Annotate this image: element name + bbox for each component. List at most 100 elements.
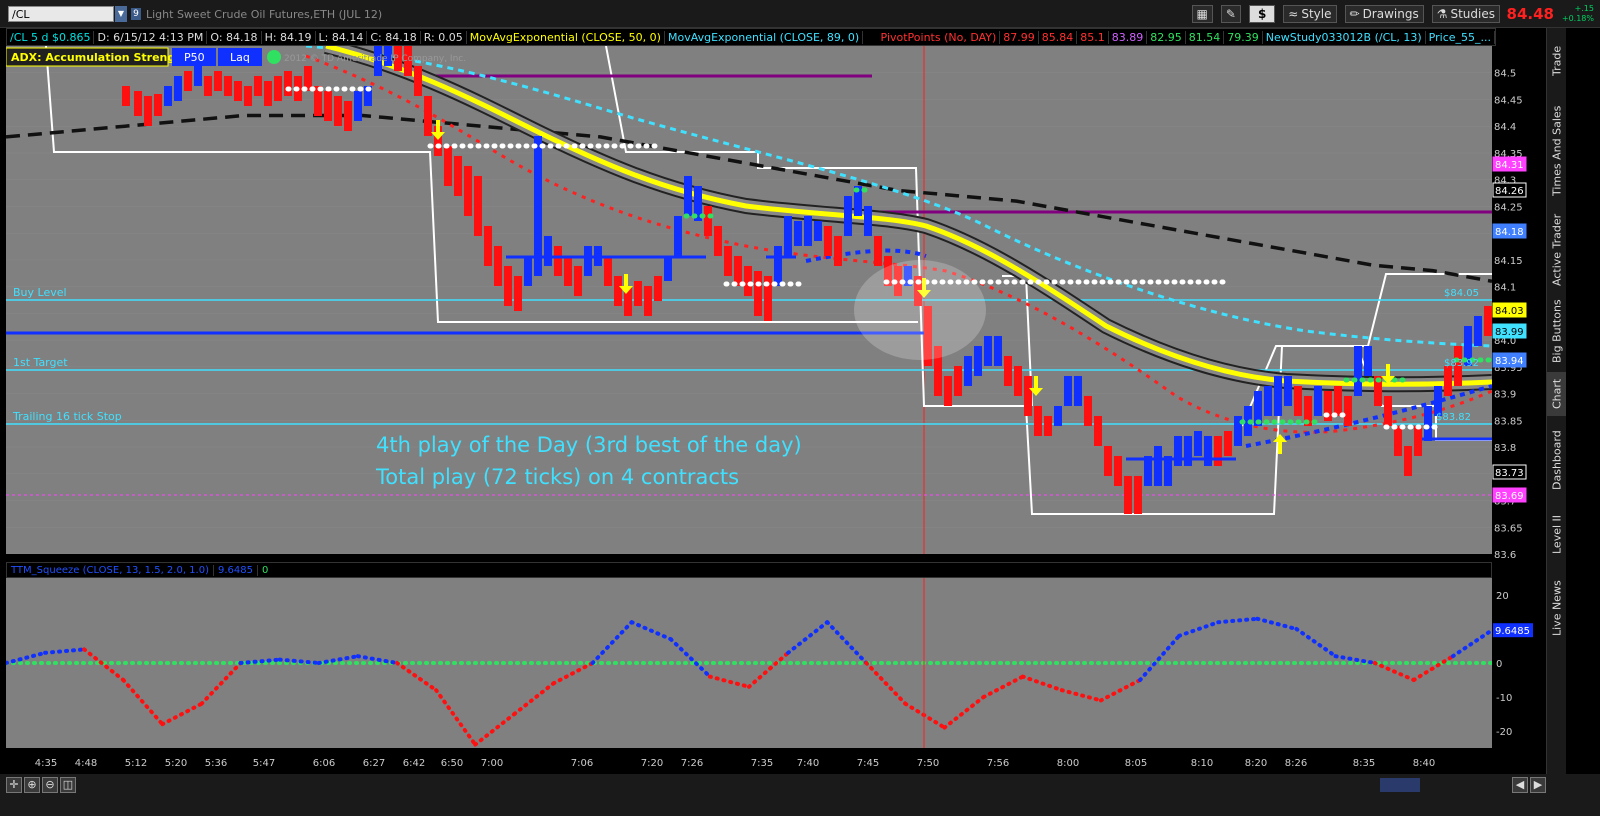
layout-icon[interactable]: ▦ (1191, 5, 1213, 23)
candle (454, 156, 462, 196)
candle (484, 226, 492, 266)
candle (1384, 396, 1392, 426)
osc-tick-label: 20 (1496, 591, 1509, 602)
style-button[interactable]: ≈ Style (1283, 5, 1337, 23)
candle (644, 286, 652, 316)
drawings-button[interactable]: ✏ Drawings (1344, 5, 1424, 23)
price-tick-label: 83.85 (1494, 416, 1523, 427)
price-label-text: 84.26 (1495, 186, 1524, 197)
pivot-value-0: 87.99 (1000, 30, 1039, 44)
candle (164, 86, 172, 106)
squeeze-momentum-segment (199, 661, 243, 706)
pencil-icon: ✏ (1349, 7, 1360, 21)
candle (544, 236, 552, 266)
sidebar-tab-trade[interactable]: Trade (1547, 30, 1567, 92)
price-label-text: 84.03 (1495, 306, 1524, 317)
price-chart-svg: Buy Level 1st Target Trailing 16 tick Stop… (5, 38, 1498, 555)
price-study-label[interactable]: Price_55_... (1426, 30, 1495, 44)
p50-legend-label[interactable]: P50 (184, 51, 205, 64)
squeeze-momentum-segment (707, 674, 751, 689)
price-tick-label: 83.65 (1494, 523, 1523, 534)
candle (1264, 386, 1272, 416)
crosshair-icon[interactable]: ✛ (6, 777, 22, 793)
squeeze-chart[interactable] (4, 578, 1494, 748)
candle (784, 216, 792, 256)
newstudy-label[interactable]: NewStudy033012B (/CL, 13) (1263, 30, 1426, 44)
lower-study-header: TTM_Squeeze (CLOSE, 13, 1.5, 2.0, 1.0) 9… (6, 562, 1492, 578)
annotation-line-1: 4th play of the Day (3rd best of the day… (376, 433, 802, 457)
symbol-dropdown-icon[interactable]: ▼ (115, 6, 127, 22)
candle (804, 216, 812, 246)
candle (1154, 446, 1162, 486)
candle (514, 276, 522, 311)
candle (1334, 386, 1342, 416)
sidebar-tab-chart[interactable]: Chart (1547, 372, 1567, 416)
candle (574, 266, 582, 296)
scroll-right-icon[interactable]: ▶ (1530, 777, 1546, 793)
price-tick-label: 84.15 (1494, 256, 1523, 267)
squeeze-momentum-segment (1411, 654, 1455, 682)
candle (264, 81, 272, 106)
price-tick-label: 84.25 (1494, 202, 1523, 213)
symbol-link-badge[interactable]: 9 (131, 8, 141, 20)
candle (274, 76, 282, 101)
candle (1484, 306, 1492, 336)
price-label-text: 83.99 (1495, 327, 1524, 338)
squeeze-momentum-segment (668, 637, 712, 679)
zoom-reset-icon[interactable]: ◫ (60, 777, 76, 793)
squeeze-momentum-segment (903, 701, 947, 730)
squeeze-momentum-segment (942, 695, 986, 730)
pivot-value-5: 81.54 (1186, 30, 1225, 44)
symbol-input[interactable]: /CL (8, 6, 114, 22)
candle (1214, 436, 1222, 466)
scrollbar-thumb[interactable] (1380, 778, 1420, 792)
squeeze-chart-svg (4, 578, 1494, 748)
squeeze-momentum-segment (121, 678, 165, 727)
squeeze-momentum-segment (747, 650, 791, 689)
pivot-values: 87.99 85.84 85.1 83.89 82.95 81.54 79.39 (1000, 30, 1263, 44)
dollar-button[interactable]: $ (1248, 5, 1276, 23)
sidebar-tab-level-ii[interactable]: Level II (1547, 504, 1567, 564)
ema89-label[interactable]: MovAvgExponential (CLOSE, 89, 0) (665, 30, 864, 44)
change-abs: +.15 (1574, 4, 1594, 13)
pivot-value-4: 82.95 (1147, 30, 1186, 44)
candle (754, 271, 762, 316)
price-axis[interactable]: 84.584.4584.484.3584.384.2584.284.1584.1… (1492, 46, 1546, 748)
zoom-in-icon[interactable]: ⊕ (24, 777, 40, 793)
candle (1084, 396, 1092, 426)
scroll-left-icon[interactable]: ◀ (1512, 777, 1528, 793)
candle (334, 96, 342, 126)
pivot-value-2: 85.1 (1077, 30, 1109, 44)
zoom-out-icon[interactable]: ⊖ (42, 777, 58, 793)
time-tick-label: 5:20 (165, 758, 187, 769)
info-icon[interactable] (267, 50, 281, 64)
laq-legend-label[interactable]: Laq (230, 51, 250, 64)
sidebar-tab-active-trader[interactable]: Active Trader (1547, 210, 1567, 290)
price-chart[interactable]: Buy Level 1st Target Trailing 16 tick Stop… (5, 38, 1498, 555)
sidebar-tab-live-news[interactable]: Live News (1547, 568, 1567, 648)
sidebar-tab-dashboard[interactable]: Dashboard (1547, 420, 1567, 500)
studies-button[interactable]: ⚗ Studies (1431, 5, 1500, 23)
time-tick-label: 4:48 (75, 758, 97, 769)
candle (744, 266, 752, 296)
price-tag-1: $84.05 (1444, 288, 1479, 299)
adx-legend-label[interactable]: ADX: Accumulation Strength (11, 51, 188, 64)
sidebar-tab-big-buttons[interactable]: Big Buttons (1547, 294, 1567, 368)
time-axis[interactable]: 4:35 4:48 5:12 5:20 5:36 5:47 6:06 6:27 6:42 6:50… (6, 750, 1492, 774)
ema50-label[interactable]: MovAvgExponential (CLOSE, 50, 0) (467, 30, 665, 44)
candle (814, 221, 822, 241)
sidebar-tab-times-and-sales[interactable]: Times And Sales (1547, 96, 1567, 206)
candle (244, 86, 252, 106)
candle (344, 101, 352, 131)
price-tick-label: 84.1 (1494, 283, 1516, 294)
candle (234, 81, 242, 101)
ttm-title[interactable]: TTM_Squeeze (CLOSE, 13, 1.5, 2.0, 1.0) (7, 565, 213, 576)
wrench-icon[interactable]: ✎ (1220, 5, 1241, 23)
time-tick-label: 7:00 (481, 758, 503, 769)
candle (974, 346, 982, 376)
candle (354, 91, 362, 121)
candle (554, 246, 562, 276)
pivot-label[interactable]: PivotPoints (No, DAY) (878, 30, 1001, 44)
candle (994, 336, 1002, 366)
candle (1014, 366, 1022, 396)
